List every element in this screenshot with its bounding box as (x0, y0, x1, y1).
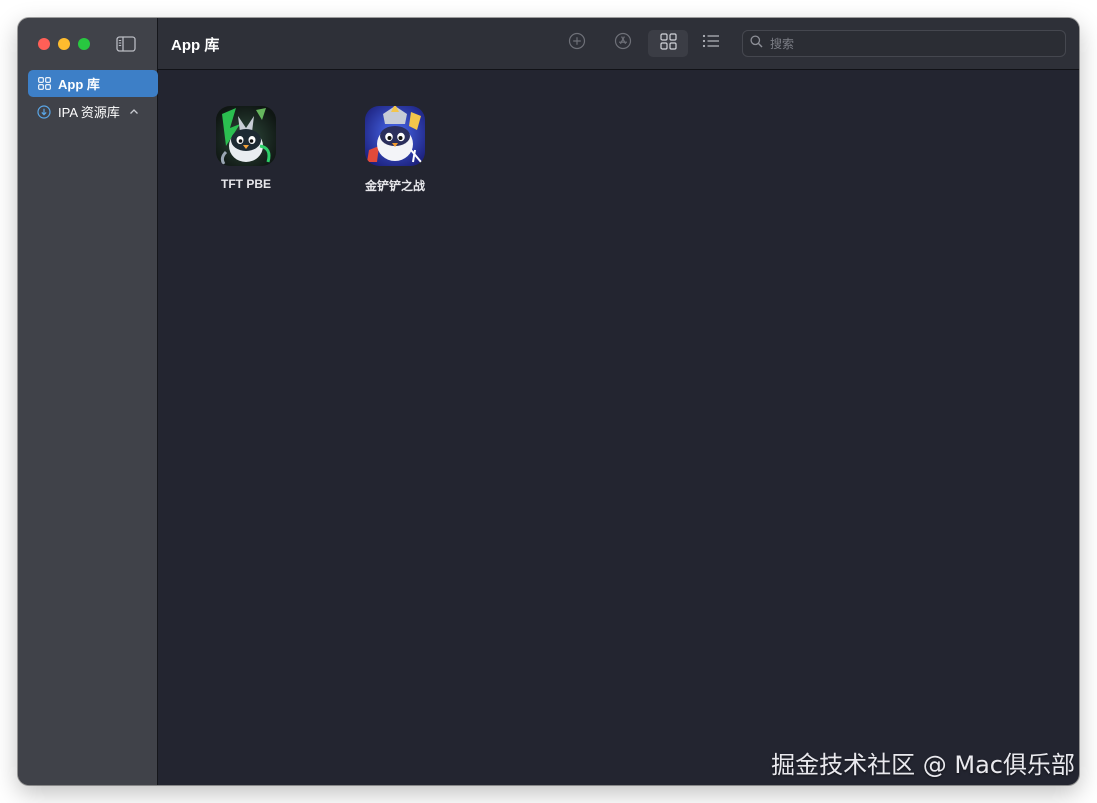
minimize-button[interactable] (58, 38, 70, 50)
app-grid: TFT PBE 金铲铲之战 掘金技术社区 @ Mac俱乐部 (158, 70, 1079, 785)
search-input[interactable] (768, 35, 1052, 52)
window-controls (38, 38, 90, 50)
list-view-button[interactable] (691, 30, 731, 57)
app-tile-tft-pbe[interactable]: TFT PBE (186, 106, 306, 191)
download-circle-icon (37, 104, 51, 119)
list-view-icon (702, 33, 720, 54)
sidebar: App 库 IPA 资源库 (18, 18, 158, 785)
app-window: App 库 IPA 资源库 App 库 搜索 TFT PBE 金铲铲之战 掘金技… (18, 18, 1079, 785)
grid-view-icon (659, 32, 677, 55)
grid-view-button[interactable] (648, 30, 688, 57)
appstore-icon (614, 32, 632, 55)
app-name: 金铲铲之战 (364, 179, 425, 193)
watermark: 掘金技术社区 @ Mac俱乐部 (771, 751, 1075, 779)
sidebar-item-label: App 库 (58, 77, 100, 92)
sidebar-item-label: IPA 资源库 (58, 105, 120, 120)
sidebar-item-ipa-library[interactable]: IPA 资源库 (28, 98, 158, 125)
search-icon (750, 34, 763, 53)
appstore-button[interactable] (603, 30, 643, 57)
sidebar-toggle-icon[interactable] (115, 35, 137, 53)
add-circle-icon (568, 32, 586, 55)
jinchanchan-app-icon (365, 106, 425, 166)
search-box[interactable] (742, 30, 1066, 57)
page-title: App 库 (171, 37, 220, 54)
close-button[interactable] (38, 38, 50, 50)
sidebar-item-app-library[interactable]: App 库 (28, 70, 158, 97)
tft-pbe-app-icon (216, 106, 276, 166)
app-tile-jinchanchan[interactable]: 金铲铲之战 (335, 106, 455, 194)
chevron-up-icon[interactable] (129, 108, 139, 116)
grid-icon (37, 77, 51, 91)
zoom-button[interactable] (78, 38, 90, 50)
toolbar: App 库 (158, 18, 1079, 70)
add-button[interactable] (557, 30, 597, 57)
app-name: TFT PBE (221, 177, 271, 191)
